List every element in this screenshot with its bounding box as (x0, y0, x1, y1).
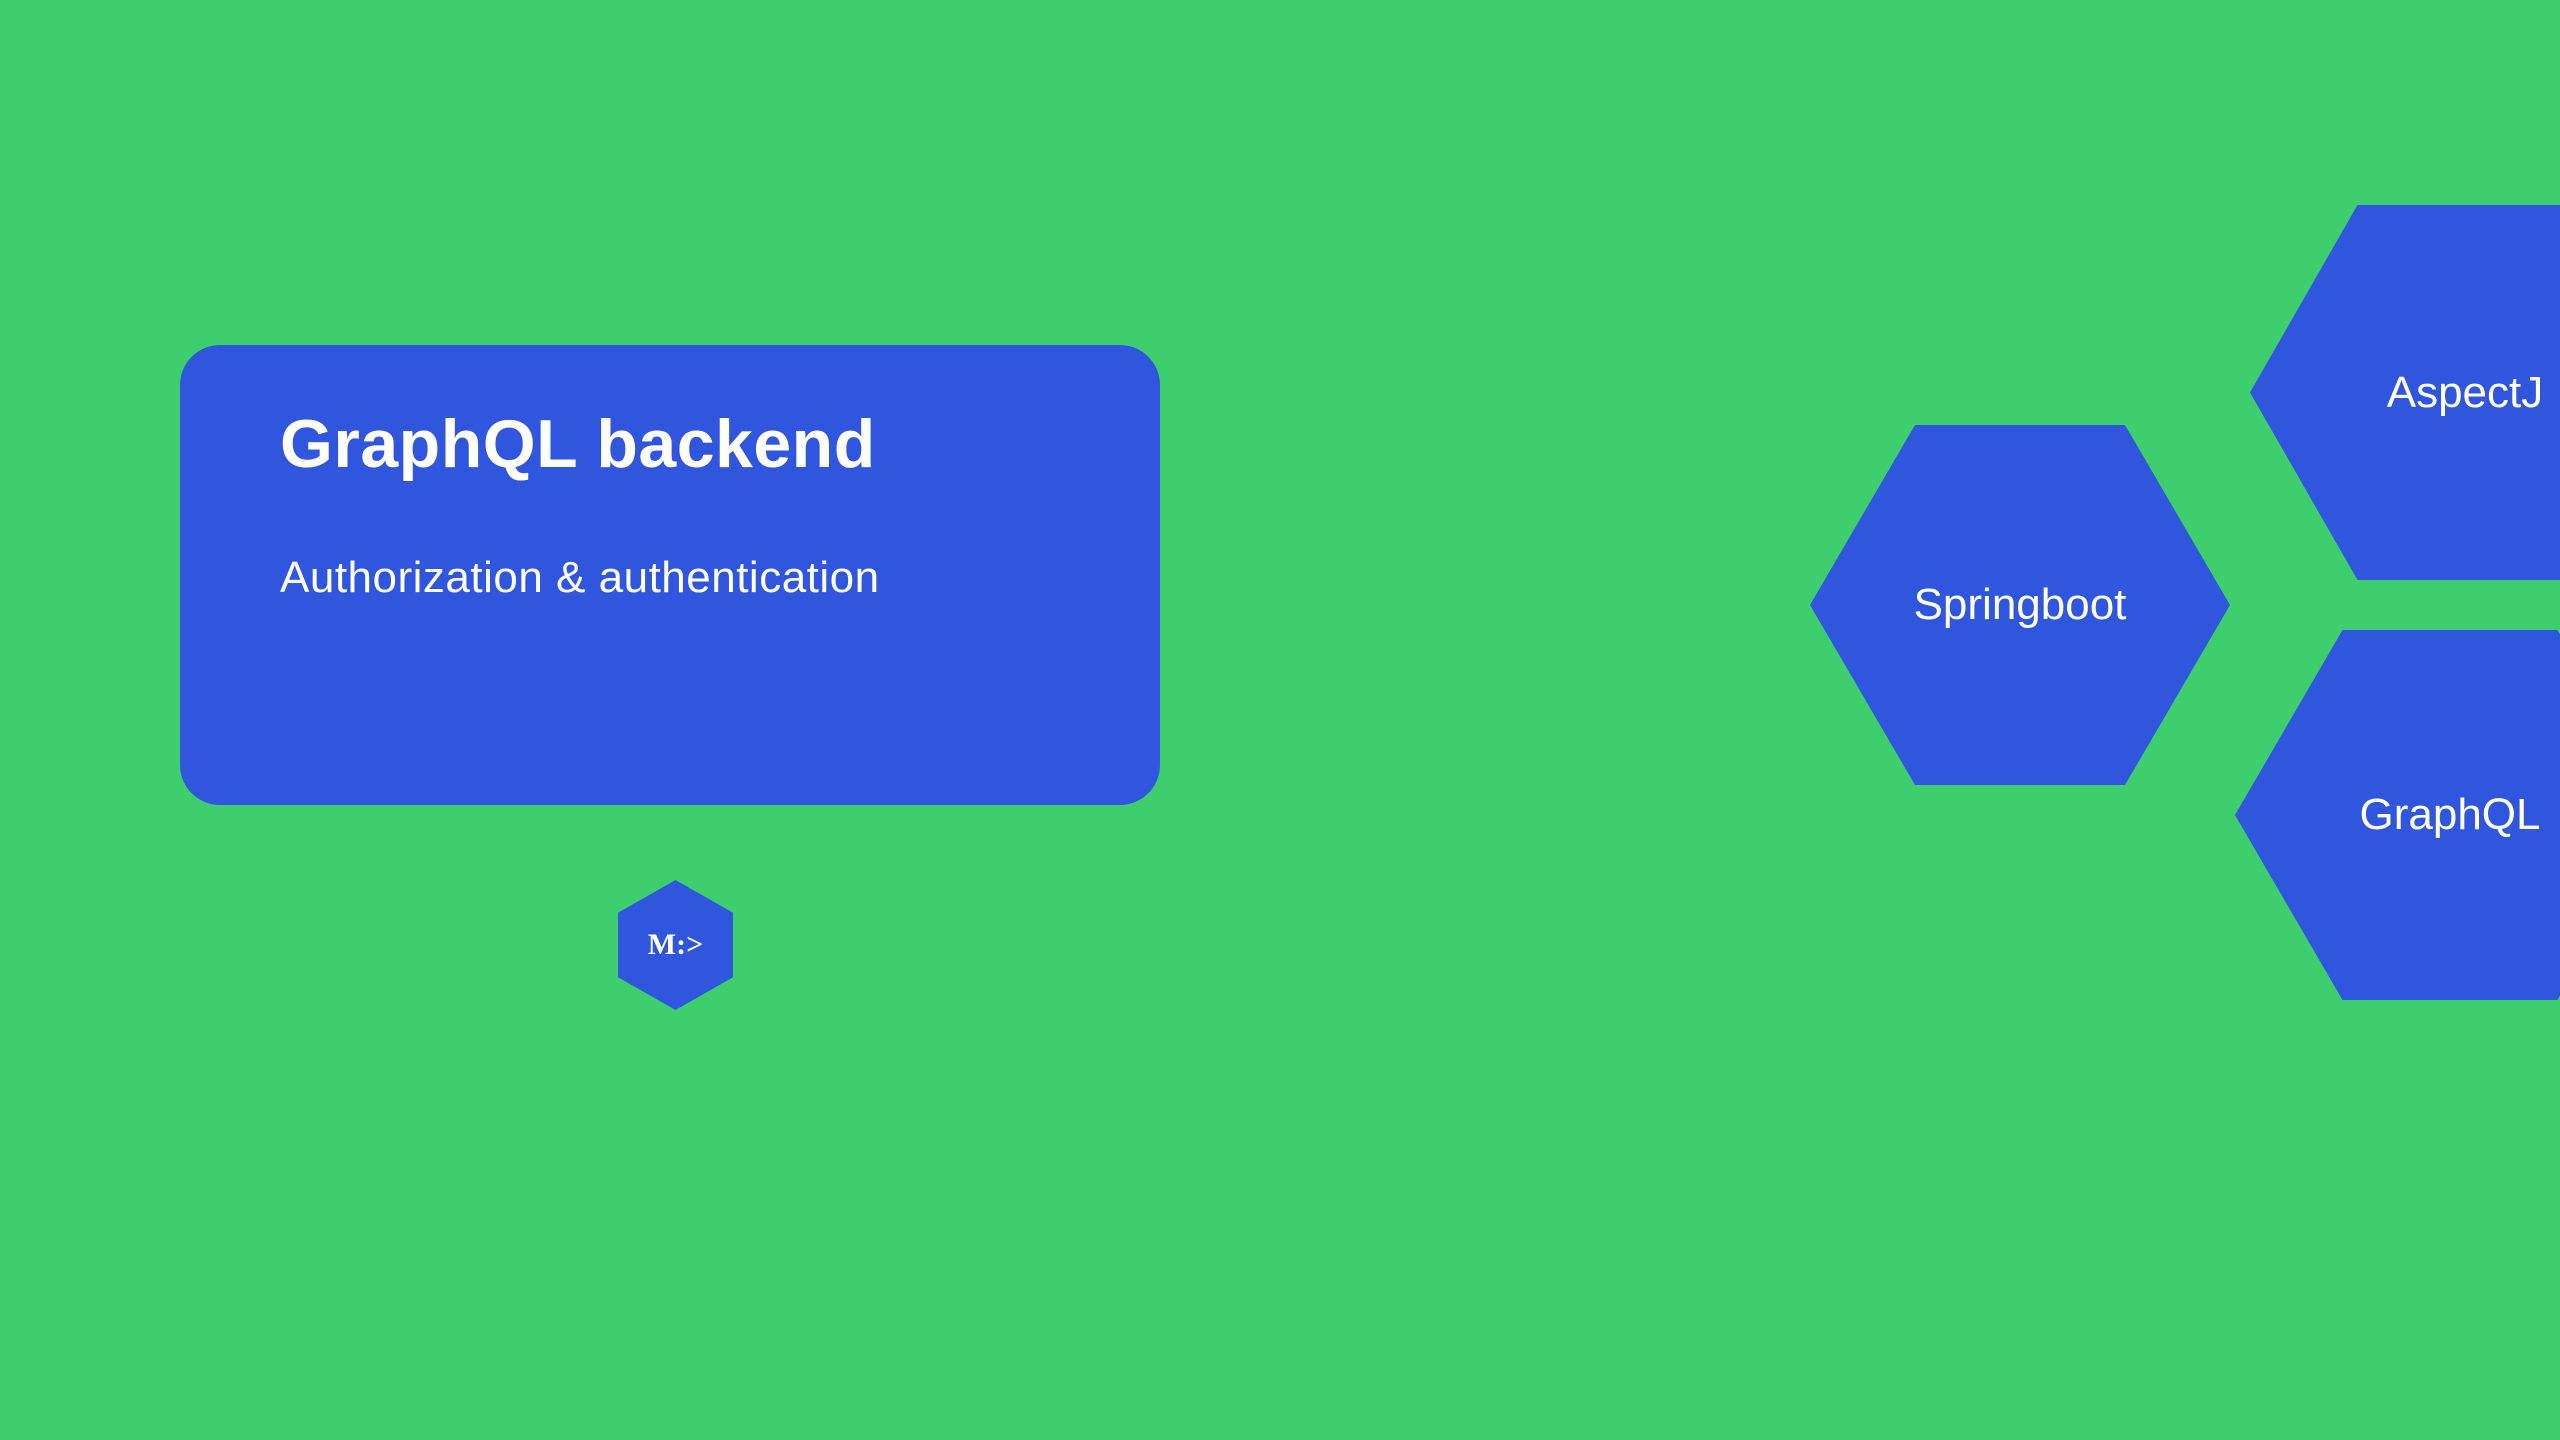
hexagon-label: GraphQL (2360, 790, 2541, 840)
hexagon-label: Springboot (1914, 580, 2127, 630)
card-subtitle: Authorization & authentication (280, 553, 1060, 603)
logo-badge: M:> (618, 880, 733, 1010)
card-title: GraphQL backend (280, 405, 1060, 483)
hexagon-graphql: GraphQL (2235, 630, 2560, 1000)
logo-text: M:> (648, 928, 703, 962)
hexagon-springboot: Springboot (1810, 425, 2230, 785)
hexagon-aspectj: AspectJ (2250, 205, 2560, 580)
hexagon-label: AspectJ (2387, 368, 2544, 418)
title-card: GraphQL backend Authorization & authenti… (180, 345, 1160, 805)
